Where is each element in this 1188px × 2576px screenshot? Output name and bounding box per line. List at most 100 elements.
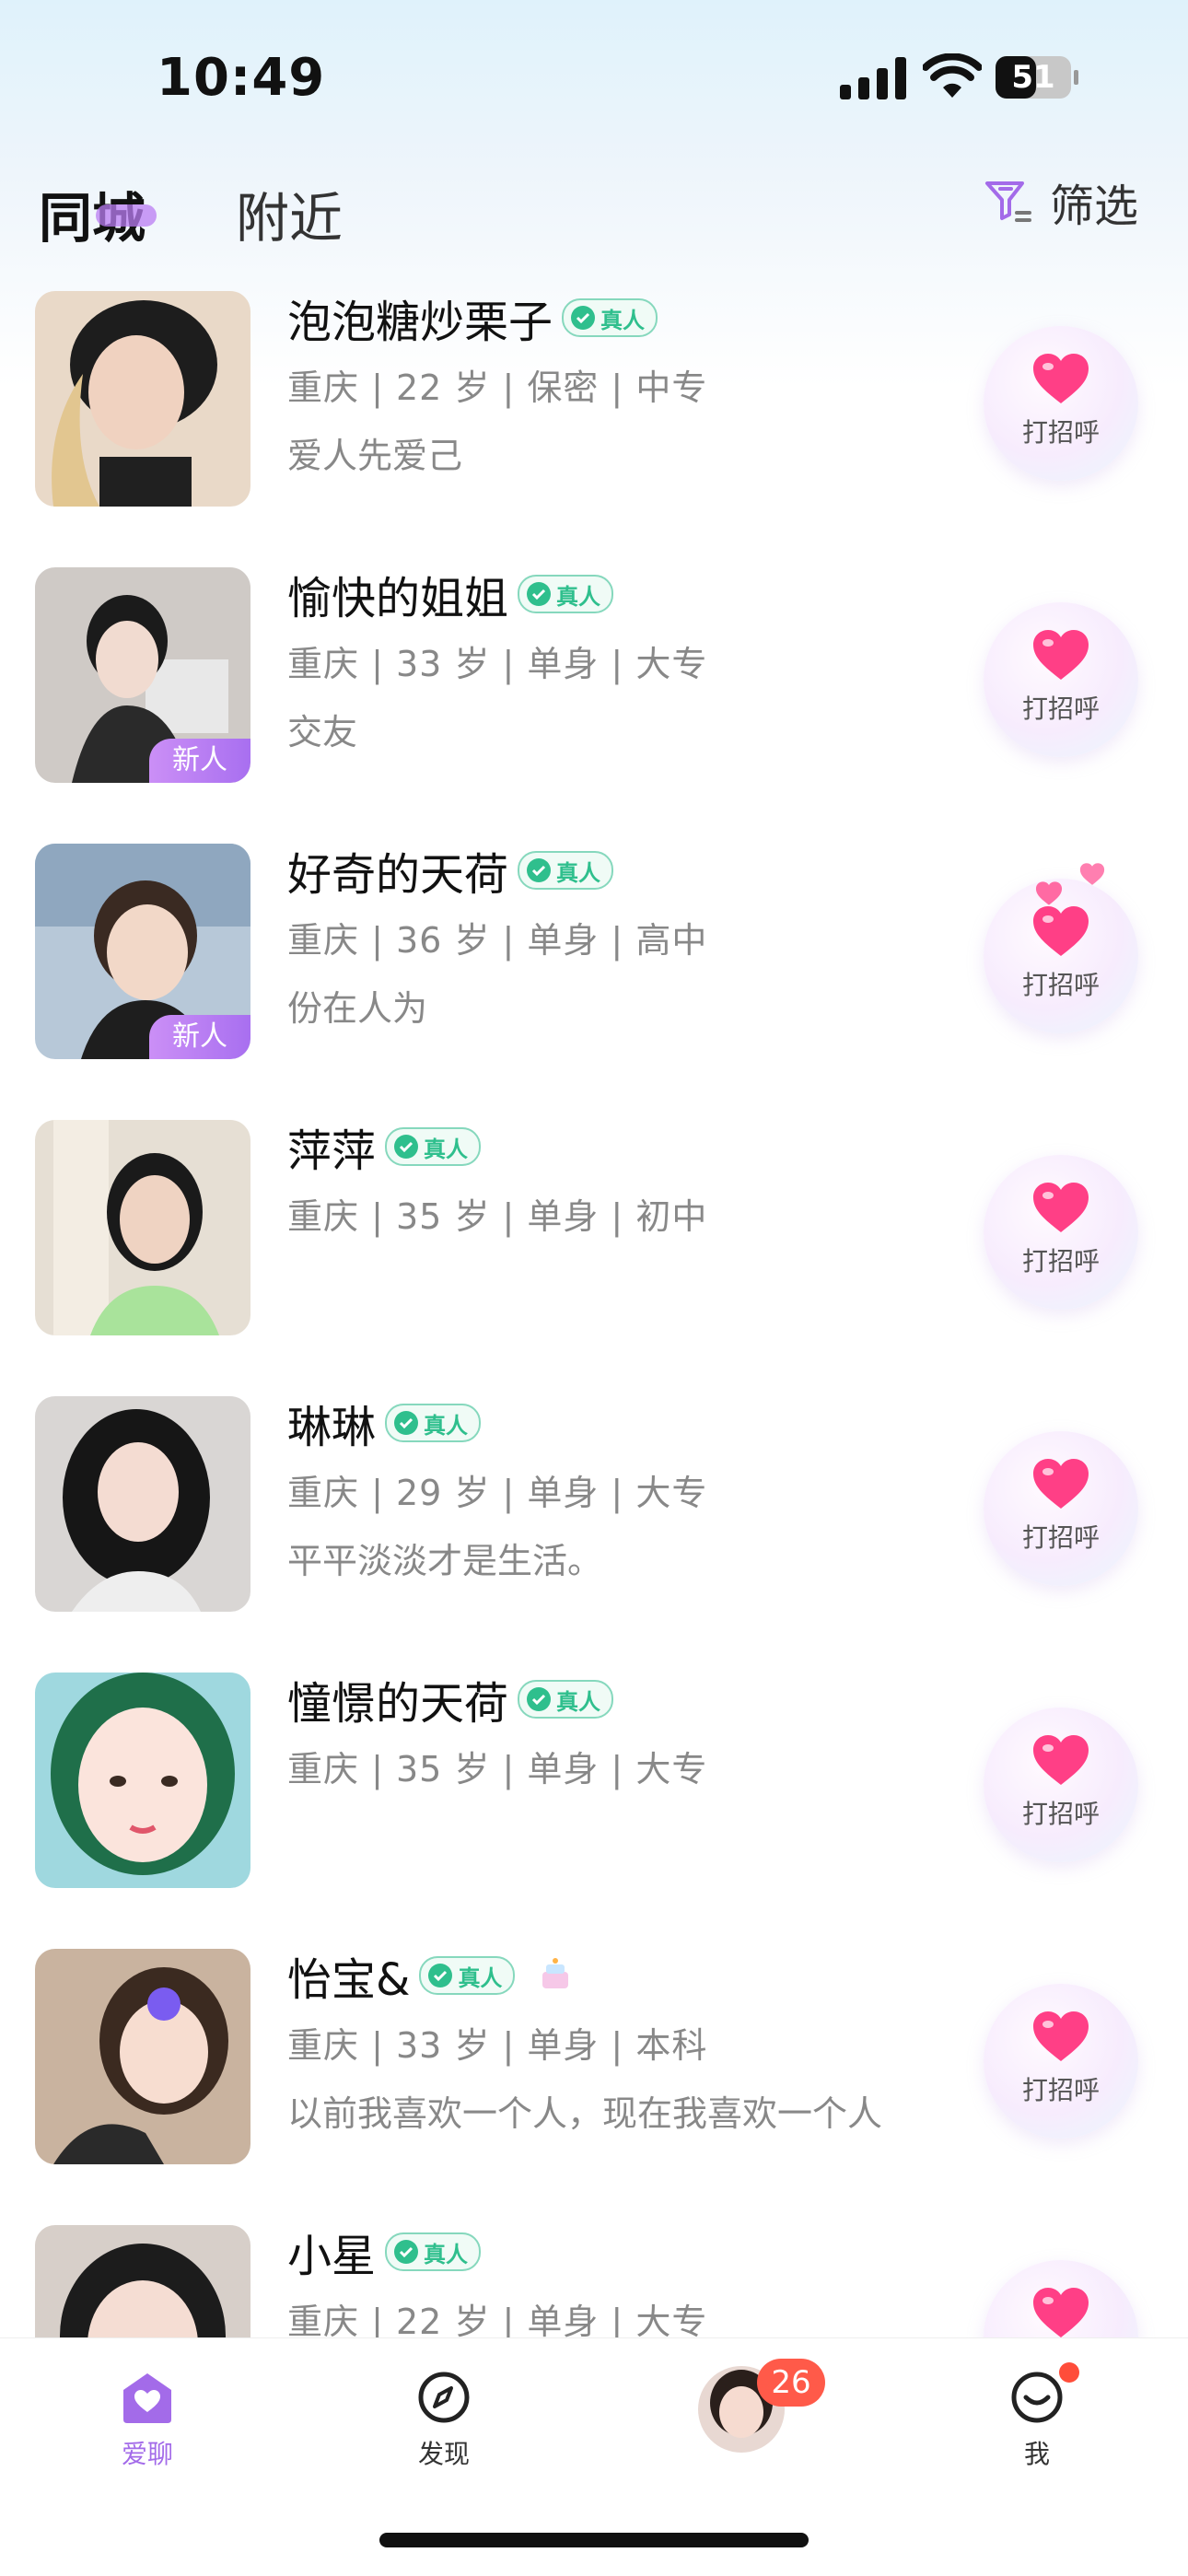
greet-button[interactable]: 打招呼: [984, 863, 1138, 1033]
nav-label-discover: 发现: [417, 2439, 470, 2469]
new-user-tag: 新人: [149, 739, 250, 783]
user-name: 萍萍: [287, 1125, 377, 1177]
name-line: 泡泡糖炒栗子 真人: [287, 286, 658, 350]
avatar[interactable]: [35, 291, 250, 507]
wifi-icon: [923, 53, 982, 98]
heart-icon: [1033, 1183, 1089, 1232]
message-count-badge: 26: [757, 2359, 825, 2407]
greet-button[interactable]: 打招呼: [984, 1984, 1138, 2139]
name-line: 萍萍 真人: [287, 1114, 482, 1179]
nav-item-chat[interactable]: 爱聊: [74, 2370, 221, 2471]
heart-icon: [1033, 1459, 1089, 1509]
verified-label: 真人: [556, 859, 601, 886]
avatar[interactable]: [35, 2225, 250, 2337]
verified-badge: 真人: [518, 1680, 614, 1719]
user-list-item[interactable]: 怡宝& 真人 重庆 | 33 岁 | 单身 | 本科 以前我喜欢一个人，现在我喜…: [0, 1943, 1188, 2220]
name-line: 愉快的姐姐 真人: [287, 562, 614, 626]
verified-label: 真人: [424, 1136, 469, 1162]
greet-button[interactable]: 打招呼: [984, 326, 1138, 481]
name-line: 好奇的天荷 真人: [287, 838, 614, 903]
verified-badge: 真人: [518, 575, 614, 613]
heart-icon: [1033, 1735, 1089, 1785]
heart-icon: [1033, 2288, 1089, 2337]
verified-badge: 真人: [385, 2232, 482, 2271]
floating-heart-icon: [1079, 863, 1105, 885]
user-signature: 爱人先爱己: [287, 436, 463, 476]
verified-label: 真人: [600, 307, 646, 333]
heart-icon: [1033, 906, 1089, 956]
cellular-signal-icon: [840, 57, 906, 99]
greet-label: 打招呼: [1021, 1246, 1100, 1276]
name-line: 怡宝& 真人: [287, 1943, 576, 2008]
avatar[interactable]: 新人: [35, 844, 250, 1059]
verified-shield-icon: [571, 306, 596, 330]
verified-shield-icon: [527, 858, 552, 882]
verified-badge: 真人: [419, 1956, 516, 1995]
user-info: 重庆 | 29 岁 | 单身 | 大专: [287, 1473, 708, 1513]
user-list-item[interactable]: 新人 好奇的天荷 真人 重庆 | 36 岁 | 单身 | 高中 份在人为 打招呼: [0, 838, 1188, 1114]
user-signature: 平平淡淡才是生活。: [287, 1541, 603, 1581]
filter-button[interactable]: 筛选: [982, 169, 1138, 234]
user-name: 好奇的天荷: [287, 849, 509, 901]
greet-button[interactable]: 打招呼: [984, 1431, 1138, 1586]
avatar[interactable]: 新人: [35, 567, 250, 783]
greet-label: 打招呼: [1021, 2075, 1100, 2105]
tab-nearby[interactable]: 附近: [236, 175, 343, 252]
verified-badge: 真人: [518, 851, 614, 890]
greet-label: 打招呼: [1021, 417, 1100, 448]
home-indicator: [379, 2533, 809, 2547]
verified-label: 真人: [424, 2241, 469, 2267]
user-list-item[interactable]: 泡泡糖炒栗子 真人 重庆 | 22 岁 | 保密 | 中专 爱人先爱己 打招呼: [0, 286, 1188, 562]
user-list-item[interactable]: 憧憬的天荷 真人 重庆 | 35 岁 | 单身 | 大专 打招呼: [0, 1667, 1188, 1943]
verified-label: 真人: [458, 1964, 503, 1991]
greet-label: 打招呼: [1021, 694, 1100, 724]
greet-button[interactable]: 打招呼: [984, 1155, 1138, 1310]
nav-item-discover[interactable]: 发现: [370, 2370, 518, 2471]
user-list-item[interactable]: 琳琳 真人 重庆 | 29 岁 | 单身 | 大专 平平淡淡才是生活。 打招呼: [0, 1391, 1188, 1667]
user-info: 重庆 | 33 岁 | 单身 | 本科: [287, 2025, 708, 2066]
user-info: 重庆 | 36 岁 | 单身 | 高中: [287, 920, 708, 961]
compass-icon: [418, 2372, 470, 2423]
verified-shield-icon: [394, 1135, 419, 1159]
greet-button[interactable]: 打招呼: [984, 1708, 1138, 1862]
user-name: 琳琳: [287, 1402, 377, 1453]
name-line: 小星 真人: [287, 2220, 482, 2284]
verified-badge: 真人: [562, 298, 658, 337]
user-list-item[interactable]: 萍萍 真人 重庆 | 35 岁 | 单身 | 初中 打招呼: [0, 1114, 1188, 1391]
user-name: 憧憬的天荷: [287, 1678, 509, 1730]
user-list-item[interactable]: 新人 愉快的姐姐 真人 重庆 | 33 岁 | 单身 | 大专 交友 打招呼: [0, 562, 1188, 838]
cake-badge-icon: [542, 1958, 569, 1988]
avatar[interactable]: [35, 1673, 250, 1888]
nav-label-chat: 爱聊: [121, 2439, 173, 2469]
greet-label: 打招呼: [1021, 1799, 1100, 1829]
nav-label-me: 我: [1023, 2439, 1050, 2469]
name-line: 琳琳 真人: [287, 1391, 482, 1455]
greet-button[interactable]: 打招呼: [984, 602, 1138, 757]
user-list-item[interactable]: 小星 真人 重庆 | 22 岁 | 单身 | 大专: [0, 2220, 1188, 2337]
verified-shield-icon: [394, 2240, 419, 2264]
user-signature: 份在人为: [287, 988, 428, 1029]
user-info: 重庆 | 35 岁 | 单身 | 大专: [287, 1749, 708, 1789]
battery-icon: 51: [995, 55, 1079, 99]
battery-level: 51: [1011, 59, 1055, 96]
verified-shield-icon: [527, 1687, 552, 1711]
status-bar: 10:49 51: [0, 0, 1188, 157]
verified-shield-icon: [527, 582, 552, 606]
status-time: 10:49: [157, 48, 326, 108]
avatar[interactable]: [35, 1120, 250, 1335]
user-signature: 交友: [287, 712, 358, 752]
active-tab-indicator: [96, 204, 157, 227]
nav-item-me[interactable]: 我: [963, 2370, 1111, 2471]
verified-shield-icon: [394, 1411, 419, 1435]
floating-heart-icon: [1035, 881, 1063, 905]
user-info: 重庆 | 33 岁 | 单身 | 大专: [287, 644, 708, 684]
greet-button[interactable]: [984, 2260, 1138, 2337]
user-name: 愉快的姐姐: [287, 573, 509, 624]
avatar[interactable]: [35, 1396, 250, 1612]
user-name: 泡泡糖炒栗子: [287, 297, 553, 348]
smile-icon: [1011, 2372, 1063, 2423]
avatar[interactable]: [35, 1949, 250, 2164]
user-info: 重庆 | 22 岁 | 保密 | 中专: [287, 367, 708, 408]
user-signature: 以前我喜欢一个人，现在我喜欢一个人: [287, 2093, 883, 2134]
name-line: 憧憬的天荷 真人: [287, 1667, 614, 1731]
